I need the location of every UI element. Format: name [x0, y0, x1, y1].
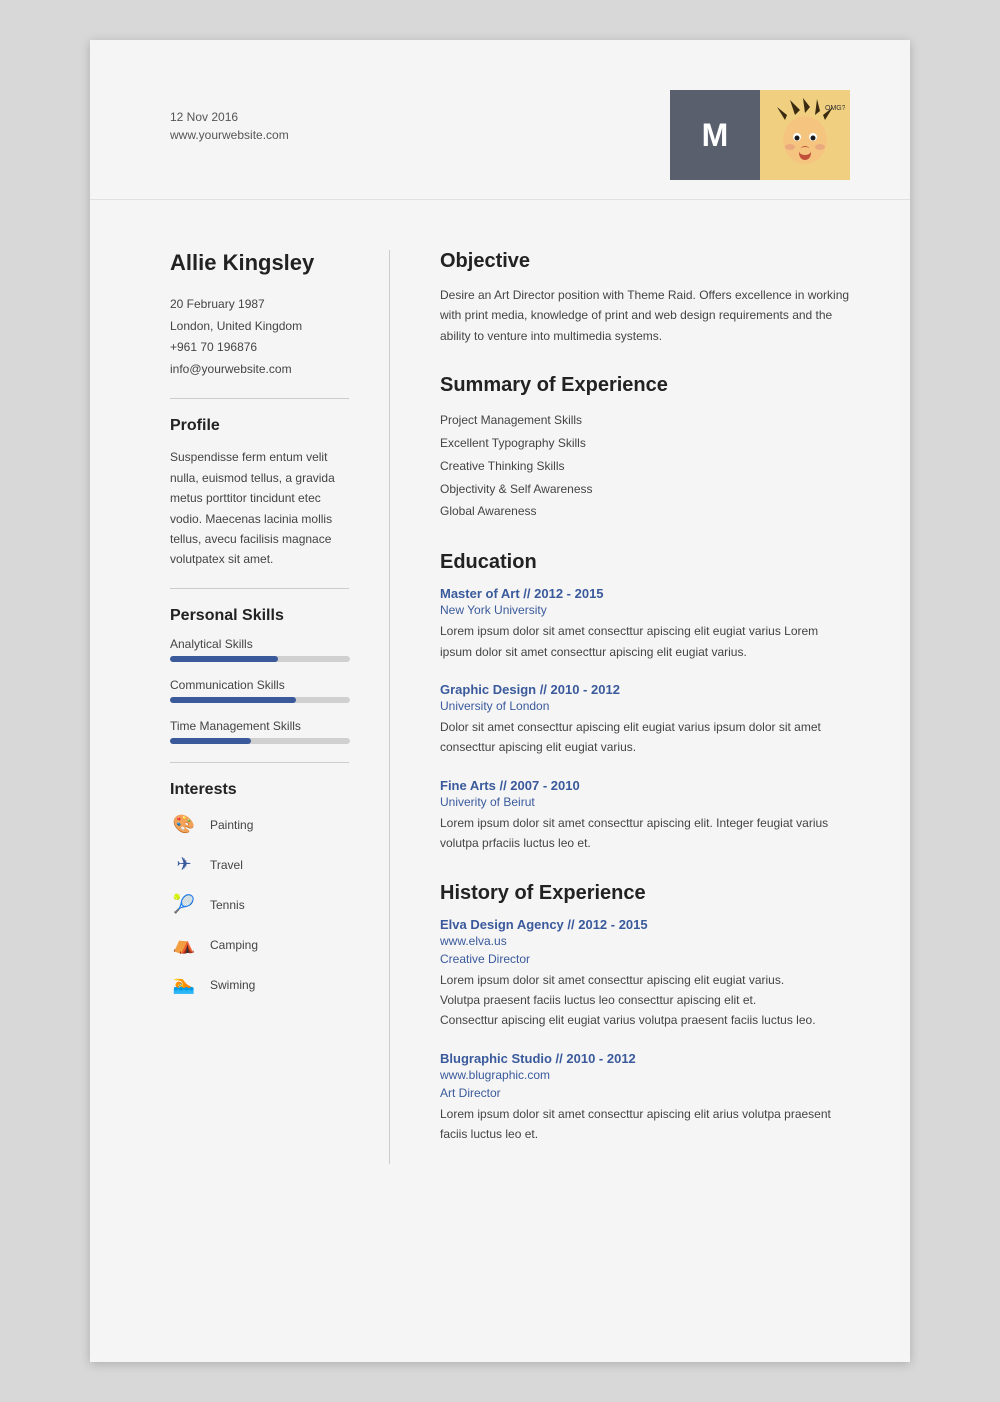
summary-list: Project Management SkillsExcellent Typog… [440, 409, 850, 523]
education-title: Education [440, 551, 850, 574]
summary-item: Project Management Skills [440, 409, 850, 432]
entry-sub: Univerity of Beirut [440, 795, 850, 809]
svg-text:OMG?!: OMG?! [825, 105, 845, 112]
summary-item: Objectivity & Self Awareness [440, 478, 850, 501]
avatar-letter: M [670, 90, 760, 180]
education-entry: Master of Art // 2012 - 2015 New York Un… [440, 586, 850, 662]
experience-title: History of Experience [440, 882, 850, 905]
experience-list: Elva Design Agency // 2012 - 2015 www.el… [440, 917, 850, 1145]
entry-title: Fine Arts // 2007 - 2010 [440, 778, 850, 793]
avatar-cartoon: OMG?! [760, 90, 850, 180]
summary-item: Excellent Typography Skills [440, 432, 850, 455]
entry-sub1: www.elva.us [440, 934, 850, 948]
interest-label: Camping [210, 938, 258, 952]
interests-title: Interests [170, 781, 349, 799]
summary-title: Summary of Experience [440, 374, 850, 397]
skill-bar-bg [170, 697, 350, 703]
interest-icon: 🏊 [170, 971, 198, 999]
left-column: Allie Kingsley 20 February 1987 London, … [90, 250, 390, 1164]
entry-text: Lorem ipsum dolor sit amet consecttur ap… [440, 621, 850, 662]
skill-item: Communication Skills [170, 678, 349, 703]
phone: +961 70 196876 [170, 337, 349, 359]
email: info@yourwebsite.com [170, 359, 349, 381]
skill-label: Analytical Skills [170, 637, 349, 651]
divider-2 [170, 588, 349, 589]
entry-title: Master of Art // 2012 - 2015 [440, 586, 850, 601]
skill-item: Analytical Skills [170, 637, 349, 662]
interest-item: 🏊 Swiming [170, 971, 349, 999]
objective-text: Desire an Art Director position with The… [440, 285, 850, 346]
skill-bar-bg [170, 656, 350, 662]
divider-1 [170, 398, 349, 399]
interest-label: Tennis [210, 898, 245, 912]
skill-bar-fill [170, 738, 251, 744]
dob: 20 February 1987 [170, 294, 349, 316]
skill-bar-fill [170, 656, 278, 662]
right-column: Objective Desire an Art Director positio… [390, 250, 910, 1164]
interest-item: ⛺ Camping [170, 931, 349, 959]
location: London, United Kingdom [170, 316, 349, 338]
entry-text: Dolor sit amet consecttur apiscing elit … [440, 717, 850, 758]
header: 12 Nov 2016 www.yourwebsite.com M [90, 40, 910, 200]
skills-list: Analytical Skills Communication Skills T… [170, 637, 349, 744]
entry-sub2: Creative Director [440, 952, 850, 966]
skill-label: Communication Skills [170, 678, 349, 692]
interest-icon: 🎨 [170, 811, 198, 839]
entry-sub2: Art Director [440, 1086, 850, 1100]
interest-label: Swiming [210, 978, 255, 992]
interest-label: Painting [210, 818, 253, 832]
education-entry: Graphic Design // 2010 - 2012 University… [440, 682, 850, 758]
entry-text: Lorem ipsum dolor sit amet consecttur ap… [440, 970, 850, 1031]
divider-3 [170, 762, 349, 763]
interests-list: 🎨 Painting ✈ Travel 🎾 Tennis ⛺ Camping 🏊… [170, 811, 349, 999]
education-list: Master of Art // 2012 - 2015 New York Un… [440, 586, 850, 853]
entry-title: Blugraphic Studio // 2010 - 2012 [440, 1051, 850, 1066]
entry-text: Lorem ipsum dolor sit amet consecttur ap… [440, 813, 850, 854]
entry-sub1: www.blugraphic.com [440, 1068, 850, 1082]
skill-bar-bg [170, 738, 350, 744]
interest-item: ✈ Travel [170, 851, 349, 879]
entry-text: Lorem ipsum dolor sit amet consecttur ap… [440, 1104, 850, 1145]
interest-icon: 🎾 [170, 891, 198, 919]
skills-title: Personal Skills [170, 607, 349, 625]
skill-bar-fill [170, 697, 296, 703]
entry-title: Elva Design Agency // 2012 - 2015 [440, 917, 850, 932]
profile-text: Suspendisse ferm entum velit nulla, euis… [170, 447, 349, 569]
entry-title: Graphic Design // 2010 - 2012 [440, 682, 850, 697]
education-entry: Fine Arts // 2007 - 2010 Univerity of Be… [440, 778, 850, 854]
contact-info: 20 February 1987 London, United Kingdom … [170, 294, 349, 380]
interest-item: 🎾 Tennis [170, 891, 349, 919]
resume-page: 12 Nov 2016 www.yourwebsite.com M [90, 40, 910, 1362]
experience-entry: Blugraphic Studio // 2010 - 2012 www.blu… [440, 1051, 850, 1145]
entry-sub: University of London [440, 699, 850, 713]
interest-icon: ✈ [170, 851, 198, 879]
person-name: Allie Kingsley [170, 250, 349, 276]
main-content: Allie Kingsley 20 February 1987 London, … [90, 200, 910, 1214]
header-avatars: M [670, 90, 850, 180]
summary-item: Global Awareness [440, 500, 850, 523]
objective-title: Objective [440, 250, 850, 273]
summary-item: Creative Thinking Skills [440, 455, 850, 478]
interest-label: Travel [210, 858, 243, 872]
interest-item: 🎨 Painting [170, 811, 349, 839]
experience-entry: Elva Design Agency // 2012 - 2015 www.el… [440, 917, 850, 1031]
entry-sub: New York University [440, 603, 850, 617]
interest-icon: ⛺ [170, 931, 198, 959]
skill-label: Time Management Skills [170, 719, 349, 733]
profile-title: Profile [170, 417, 349, 435]
skill-item: Time Management Skills [170, 719, 349, 744]
